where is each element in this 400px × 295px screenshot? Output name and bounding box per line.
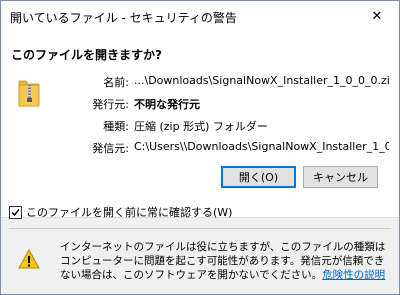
name-label: 名前: bbox=[103, 76, 129, 89]
warning-message: インターネットのファイルは役に立ちますが、このファイルの種類はコンピューターに問… bbox=[60, 240, 390, 282]
dialog-heading: このファイルを開きますか? bbox=[11, 48, 162, 62]
publisher-row: 発行元: 不明な発行元 bbox=[1, 96, 399, 112]
close-icon: ✕ bbox=[371, 9, 383, 24]
source-row: 発信元: C:\Users\\Downloads\SignalNowX_Inst… bbox=[1, 140, 399, 156]
shield-warning-icon bbox=[18, 249, 40, 269]
publisher-value: 不明な発行元 bbox=[134, 98, 200, 111]
publisher-label: 発行元: bbox=[92, 98, 129, 111]
footer-separator bbox=[9, 228, 391, 229]
always-ask-checkbox-row[interactable]: このファイルを開く前に常に確認する(W) bbox=[9, 204, 232, 220]
always-ask-label: このファイルを開く前に常に確認する(W) bbox=[26, 206, 233, 219]
window-title: 開いているファイル - セキュリティの警告 bbox=[10, 11, 237, 25]
always-ask-checkbox[interactable] bbox=[9, 205, 22, 219]
type-value: 圧縮 (zip 形式) フォルダー bbox=[134, 120, 268, 133]
checkmark-icon bbox=[11, 208, 20, 216]
source-label: 発信元: bbox=[92, 142, 129, 155]
security-warning-dialog: 開いているファイル - セキュリティの警告 ✕ このファイルを開きますか? 名前… bbox=[0, 0, 400, 295]
name-value: ...\Downloads\SignalNowX_Installer_1_0_0… bbox=[134, 74, 389, 87]
name-row: 名前: ...\Downloads\SignalNowX_Installer_1… bbox=[1, 74, 399, 90]
type-row: 種類: 圧縮 (zip 形式) フォルダー bbox=[1, 118, 399, 134]
type-label: 種類: bbox=[103, 120, 129, 133]
open-button[interactable]: 開く(O) bbox=[221, 166, 296, 188]
source-value: C:\Users\\Downloads\SignalNowX_Installer… bbox=[134, 140, 389, 153]
title-bar: 開いているファイル - セキュリティの警告 ✕ bbox=[1, 1, 399, 32]
cancel-button[interactable]: キャンセル bbox=[303, 166, 378, 188]
risk-explanation-link[interactable]: 危険性の説明 bbox=[322, 269, 385, 281]
dialog-body: このファイルを開きますか? 名前: ...\Downloads\SignalNo… bbox=[1, 32, 399, 217]
close-button[interactable]: ✕ bbox=[355, 1, 399, 32]
